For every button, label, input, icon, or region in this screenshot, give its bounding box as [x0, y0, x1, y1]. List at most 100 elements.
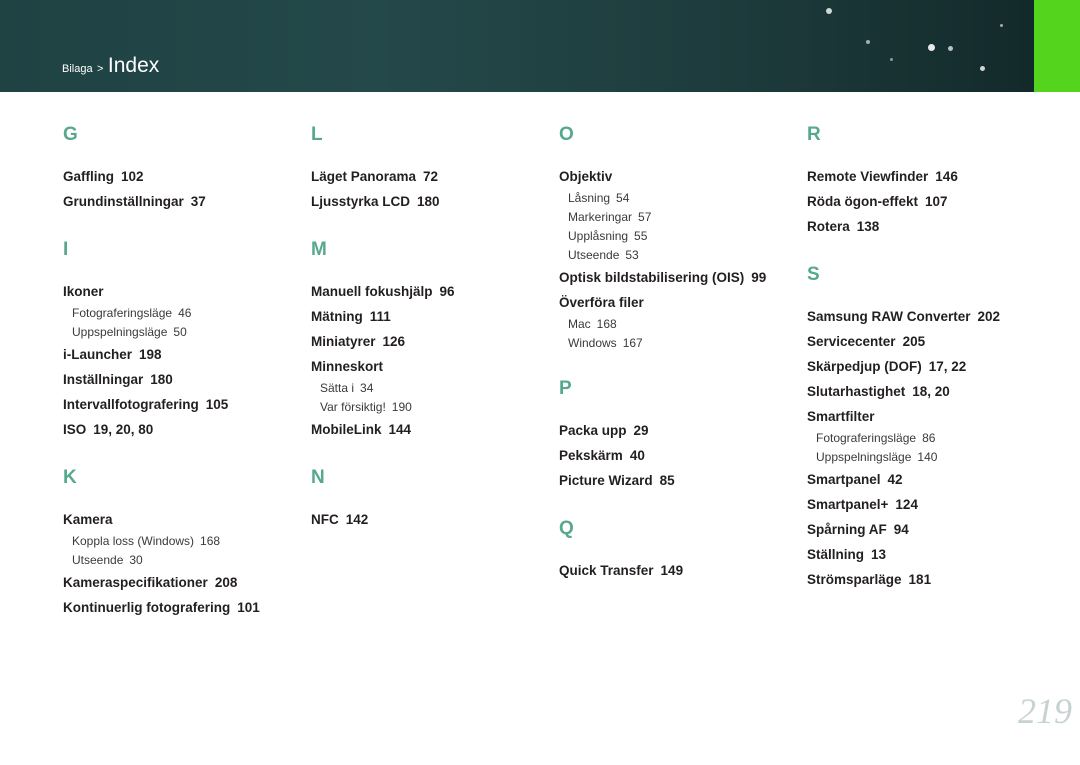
subentry-page-ref[interactable]: 34 [360, 381, 373, 395]
entry-page-ref[interactable]: 13 [871, 547, 886, 562]
index-entry[interactable]: Slutarhastighet 18, 20 [807, 379, 1047, 404]
chapter-tab[interactable] [1034, 0, 1080, 92]
entry-page-ref[interactable]: 146 [935, 169, 958, 184]
index-subentry[interactable]: Windows 167 [559, 334, 799, 353]
index-entry[interactable]: Gaffling 102 [63, 164, 303, 189]
index-entry[interactable]: Objektiv [559, 164, 799, 189]
index-entry[interactable]: NFC 142 [311, 507, 551, 532]
index-entry[interactable]: Kameraspecifikationer 208 [63, 570, 303, 595]
index-entry[interactable]: Intervallfotografering 105 [63, 392, 303, 417]
subentry-page-ref[interactable]: 46 [178, 306, 191, 320]
entry-page-ref[interactable]: 40 [630, 448, 645, 463]
index-entry[interactable]: Samsung RAW Converter 202 [807, 304, 1047, 329]
index-entry[interactable]: Ställning 13 [807, 542, 1047, 567]
index-entry[interactable]: Smartpanel+ 124 [807, 492, 1047, 517]
index-entry[interactable]: Kontinuerlig fotografering 101 [63, 595, 303, 620]
index-entry[interactable]: ISO 19, 20, 80 [63, 417, 303, 442]
entry-page-ref[interactable]: 102 [121, 169, 144, 184]
entry-page-ref[interactable]: 205 [903, 334, 926, 349]
index-subentry[interactable]: Fotograferingsläge 46 [63, 304, 303, 323]
index-subentry[interactable]: Uppspelningsläge 50 [63, 323, 303, 342]
index-entry[interactable]: Quick Transfer 149 [559, 558, 799, 583]
entry-page-ref[interactable]: 29 [634, 423, 649, 438]
index-subentry[interactable]: Koppla loss (Windows) 168 [63, 532, 303, 551]
entry-page-ref[interactable]: 101 [237, 600, 260, 615]
entry-page-ref[interactable]: 94 [894, 522, 909, 537]
subentry-page-ref[interactable]: 55 [634, 229, 647, 243]
index-subentry[interactable]: Utseende 30 [63, 551, 303, 570]
entry-page-ref[interactable]: 180 [417, 194, 440, 209]
index-subentry[interactable]: Markeringar 57 [559, 208, 799, 227]
index-entry[interactable]: Manuell fokushjälp 96 [311, 279, 551, 304]
index-entry[interactable]: Röda ögon-effekt 107 [807, 189, 1047, 214]
entry-page-ref[interactable]: 19, 20, 80 [93, 422, 153, 437]
index-subentry[interactable]: Låsning 54 [559, 189, 799, 208]
index-entry[interactable]: Remote Viewfinder 146 [807, 164, 1047, 189]
index-entry[interactable]: Picture Wizard 85 [559, 468, 799, 493]
index-entry[interactable]: Överföra filer [559, 290, 799, 315]
subentry-page-ref[interactable]: 53 [625, 248, 638, 262]
index-entry[interactable]: Packa upp 29 [559, 418, 799, 443]
entry-page-ref[interactable]: 208 [215, 575, 238, 590]
subentry-page-ref[interactable]: 30 [129, 553, 142, 567]
entry-page-ref[interactable]: 18, 20 [912, 384, 950, 399]
subentry-page-ref[interactable]: 50 [173, 325, 186, 339]
entry-page-ref[interactable]: 42 [888, 472, 903, 487]
entry-page-ref[interactable]: 202 [978, 309, 1001, 324]
index-entry[interactable]: Smartpanel 42 [807, 467, 1047, 492]
index-entry[interactable]: i-Launcher 198 [63, 342, 303, 367]
index-entry[interactable]: Kamera [63, 507, 303, 532]
entry-page-ref[interactable]: 126 [383, 334, 406, 349]
entry-page-ref[interactable]: 198 [139, 347, 162, 362]
entry-page-ref[interactable]: 124 [895, 497, 918, 512]
index-entry[interactable]: Pekskärm 40 [559, 443, 799, 468]
index-entry[interactable]: Inställningar 180 [63, 367, 303, 392]
subentry-page-ref[interactable]: 140 [917, 450, 937, 464]
index-entry[interactable]: Ikoner [63, 279, 303, 304]
index-entry[interactable]: Läget Panorama 72 [311, 164, 551, 189]
entry-page-ref[interactable]: 37 [191, 194, 206, 209]
entry-page-ref[interactable]: 72 [423, 169, 438, 184]
index-subentry[interactable]: Var försiktig! 190 [311, 398, 551, 417]
index-entry[interactable]: Miniatyrer 126 [311, 329, 551, 354]
index-entry[interactable]: Grundinställningar 37 [63, 189, 303, 214]
entry-page-ref[interactable]: 17, 22 [929, 359, 967, 374]
index-entry[interactable]: Smartfilter [807, 404, 1047, 429]
entry-page-ref[interactable]: 144 [389, 422, 412, 437]
subentry-page-ref[interactable]: 168 [200, 534, 220, 548]
index-entry[interactable]: MobileLink 144 [311, 417, 551, 442]
index-entry[interactable]: Optisk bildstabilisering (OIS) 99 [559, 265, 799, 290]
index-entry[interactable]: Mätning 111 [311, 304, 551, 329]
subentry-page-ref[interactable]: 190 [392, 400, 412, 414]
entry-page-ref[interactable]: 138 [857, 219, 880, 234]
index-subentry[interactable]: Mac 168 [559, 315, 799, 334]
index-entry[interactable]: Rotera 138 [807, 214, 1047, 239]
entry-page-ref[interactable]: 180 [150, 372, 173, 387]
entry-page-ref[interactable]: 107 [925, 194, 948, 209]
subentry-page-ref[interactable]: 86 [922, 431, 935, 445]
index-entry[interactable]: Minneskort [311, 354, 551, 379]
index-entry[interactable]: Spårning AF 94 [807, 517, 1047, 542]
index-subentry[interactable]: Utseende 53 [559, 246, 799, 265]
index-entry[interactable]: Servicecenter 205 [807, 329, 1047, 354]
subentry-page-ref[interactable]: 168 [597, 317, 617, 331]
entry-page-ref[interactable]: 149 [661, 563, 684, 578]
entry-page-ref[interactable]: 99 [751, 270, 766, 285]
entry-page-ref[interactable]: 142 [346, 512, 369, 527]
index-entry[interactable]: Strömsparläge 181 [807, 567, 1047, 592]
index-subentry[interactable]: Upplåsning 55 [559, 227, 799, 246]
entry-page-ref[interactable]: 105 [206, 397, 229, 412]
index-subentry[interactable]: Sätta i 34 [311, 379, 551, 398]
index-subentry[interactable]: Uppspelningsläge 140 [807, 448, 1047, 467]
index-entry[interactable]: Ljusstyrka LCD 180 [311, 189, 551, 214]
index-entry[interactable]: Skärpedjup (DOF) 17, 22 [807, 354, 1047, 379]
breadcrumb-parent[interactable]: Bilaga [62, 63, 93, 75]
subentry-page-ref[interactable]: 57 [638, 210, 651, 224]
subentry-page-ref[interactable]: 54 [616, 191, 629, 205]
entry-page-ref[interactable]: 96 [440, 284, 455, 299]
subentry-page-ref[interactable]: 167 [623, 336, 643, 350]
entry-page-ref[interactable]: 85 [660, 473, 675, 488]
entry-page-ref[interactable]: 181 [909, 572, 932, 587]
index-subentry[interactable]: Fotograferingsläge 86 [807, 429, 1047, 448]
entry-page-ref[interactable]: 111 [370, 309, 391, 324]
